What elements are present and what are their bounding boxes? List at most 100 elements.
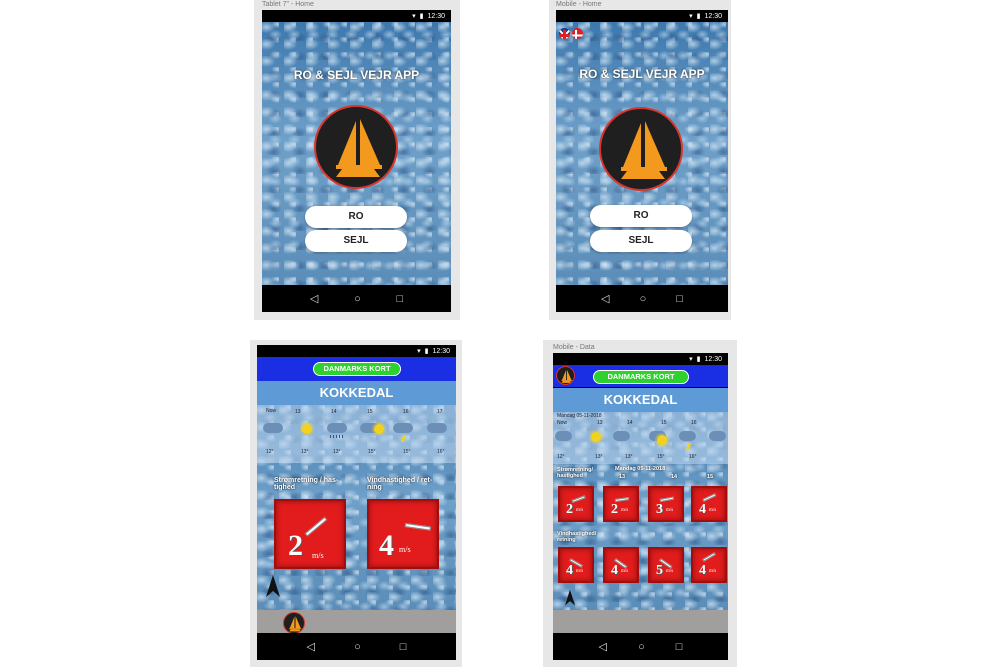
tablet-home-screen: ▾ ▮ 12:30 RO & SEJL VEJR APP RO SEJL ◁ ○… <box>262 10 451 312</box>
sun-icon <box>591 432 601 442</box>
danmarks-kort-button[interactable]: DANMARKS KORT <box>593 370 689 384</box>
cloud-icon <box>613 431 630 441</box>
forecast-time: 14 <box>627 420 633 426</box>
sejl-button[interactable]: SEJL <box>590 230 692 252</box>
arrow-icon <box>404 523 432 531</box>
recents-icon[interactable]: □ <box>400 641 407 653</box>
forecast-time: 16 <box>691 420 697 426</box>
hour-label: 14 <box>671 474 678 480</box>
recents-icon[interactable]: □ <box>676 641 683 653</box>
arrow-icon <box>571 495 586 503</box>
cloud-icon <box>427 423 447 433</box>
frame-label: Mobile - Home <box>556 1 602 8</box>
signal-icon: ▾ <box>412 13 416 20</box>
city-header: KOKKEDAL <box>257 381 456 405</box>
home-icon[interactable]: ○ <box>354 293 361 305</box>
forecast-time: Now <box>557 420 568 426</box>
speed-unit: m/s <box>576 569 584 574</box>
recents-icon[interactable]: □ <box>396 293 403 305</box>
frame-label: Tablet 7" - Home <box>262 1 314 8</box>
forecast-time: 15 <box>661 420 667 426</box>
cloud-icon <box>679 431 696 441</box>
current-value: 3 <box>656 502 663 517</box>
sailboat-logo-icon[interactable] <box>283 612 305 634</box>
signal-icon: ▾ <box>689 13 693 20</box>
current-value: 4 <box>699 502 706 517</box>
signal-icon: ▾ <box>417 348 421 355</box>
danish-flag-icon[interactable] <box>572 28 583 39</box>
ro-button[interactable]: RO <box>305 206 407 228</box>
forecast-strip <box>553 412 728 464</box>
sun-icon <box>302 424 312 434</box>
forecast-temp: 15° <box>657 454 665 460</box>
navigation-bar: ◁ ○ □ <box>553 633 728 660</box>
battery-icon: ▮ <box>696 13 701 20</box>
sun-icon <box>374 424 384 434</box>
forecast-strip <box>257 405 456 463</box>
forecast-temp: 16° <box>437 449 445 455</box>
status-bar: ▾ ▮ 12:30 <box>556 10 728 22</box>
wind-box: 4 m/s <box>603 547 639 583</box>
cloud-icon <box>263 423 283 433</box>
navigation-bar: ◁ ○ □ <box>556 285 728 312</box>
back-icon[interactable]: ◁ <box>601 292 609 305</box>
wind-label: Vindhastighed / ret-ning <box>367 477 433 491</box>
frame-label: Mobile - Data <box>553 344 595 351</box>
speed-unit: m/s <box>666 569 674 574</box>
speed-unit: m/s <box>399 545 411 554</box>
sailboat-logo-icon[interactable] <box>556 366 575 385</box>
battery-icon: ▮ <box>419 13 424 20</box>
hour-label: 15 <box>707 474 714 480</box>
back-icon[interactable]: ◁ <box>310 292 318 305</box>
cloud-icon <box>709 431 726 441</box>
home-icon[interactable]: ○ <box>640 293 647 305</box>
forecast-temp: 13° <box>333 449 341 455</box>
forecast-temp: 12° <box>557 454 565 460</box>
ro-button[interactable]: RO <box>590 205 692 227</box>
arrow-icon <box>702 493 717 502</box>
current-speed-value: 2 <box>288 529 303 562</box>
hour-label: 13 <box>619 474 626 480</box>
forecast-temp: 13° <box>595 454 603 460</box>
back-icon[interactable]: ◁ <box>599 640 607 653</box>
recents-icon[interactable]: □ <box>676 293 683 305</box>
forecast-temp: 15° <box>403 449 411 455</box>
current-label: Strømretning/ hastighed <box>557 467 594 479</box>
navigation-bar: ◁ ○ □ <box>262 285 451 312</box>
speed-unit: m/s <box>312 551 324 560</box>
home-icon[interactable]: ○ <box>638 641 645 653</box>
rain-icon <box>330 435 344 438</box>
home-icon[interactable]: ○ <box>354 641 361 653</box>
current-box: 4 m/s <box>691 486 727 522</box>
forecast-time: 13 <box>597 420 603 426</box>
clock: 12:30 <box>704 12 722 20</box>
current-box: 2 m/s <box>603 486 639 522</box>
forecast-time: 14 <box>331 409 337 415</box>
sailboat-logo-icon <box>314 105 398 189</box>
app-title: RO & SEJL VEJR APP <box>579 67 705 81</box>
wind-value: 4 <box>699 563 706 578</box>
sejl-button[interactable]: SEJL <box>305 230 407 252</box>
mobile-data-screen: ▾ ▮ 12:30 DANMARKS KORT KOKKEDAL Mandag … <box>553 353 728 660</box>
bottom-bar <box>553 610 728 633</box>
back-icon[interactable]: ◁ <box>307 640 315 653</box>
current-date: Mandag 05-11-2018 <box>615 466 666 472</box>
clock: 12:30 <box>432 347 450 355</box>
status-bar: ▾ ▮ 12:30 <box>553 353 728 365</box>
current-value: 2 <box>611 502 618 517</box>
speed-unit: m/s <box>576 508 584 513</box>
current-box: 3 m/s <box>648 486 684 522</box>
danmarks-kort-button[interactable]: DANMARKS KORT <box>313 362 401 376</box>
wind-box: 4 m/s <box>691 547 727 583</box>
sun-icon <box>657 435 667 445</box>
tablet-data-screen: ▾ ▮ 12:30 DANMARKS KORT KOKKEDAL Now 13 … <box>257 345 456 660</box>
uk-flag-icon[interactable] <box>559 28 570 39</box>
current-box: 2 m/s <box>558 486 594 522</box>
clock: 12:30 <box>704 355 722 363</box>
north-arrow-icon <box>565 589 575 606</box>
speed-unit: m/s <box>666 508 674 513</box>
wind-box: 5 m/s <box>648 547 684 583</box>
arrow-icon <box>304 516 328 537</box>
cloud-icon <box>393 423 413 433</box>
mobile-home-screen: ▾ ▮ 12:30 RO & SEJL VEJR APP RO SEJL ◁ ○… <box>556 10 728 312</box>
